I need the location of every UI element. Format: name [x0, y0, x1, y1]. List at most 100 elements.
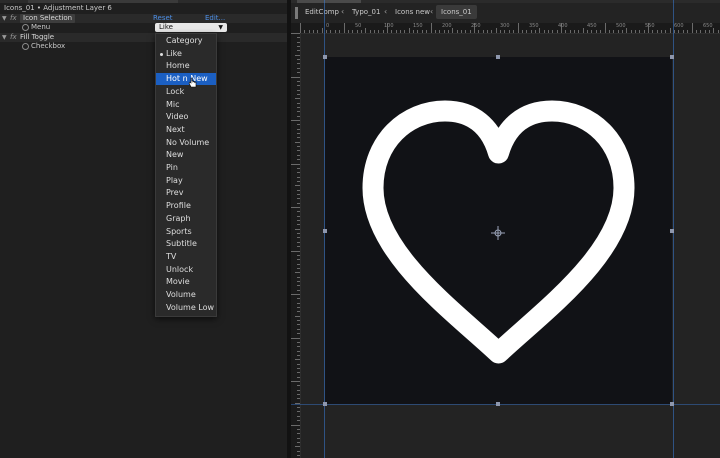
transform-handle[interactable] [323, 229, 327, 233]
effect-name[interactable]: Fill Toggle [20, 33, 54, 42]
ruler-tick [356, 30, 358, 33]
breadcrumb-item[interactable]: Icons new [395, 5, 430, 19]
ruler-tick [297, 372, 300, 374]
transform-handle[interactable] [670, 55, 674, 59]
dropdown-option-label: Lock [166, 86, 185, 96]
ruler-tick [291, 294, 300, 295]
fx-toggle[interactable]: fx [10, 14, 17, 23]
ruler-tick [297, 302, 300, 304]
ruler-tick [297, 259, 300, 261]
stopwatch-icon[interactable] [22, 43, 29, 50]
dropdown-option[interactable]: Video [156, 111, 216, 123]
ruler-tick [295, 185, 300, 187]
ruler-tick [565, 30, 567, 33]
dropdown-option[interactable]: Pin [156, 162, 216, 174]
dropdown-option[interactable]: Graph [156, 213, 216, 225]
ruler-tick [297, 407, 300, 409]
ruler-tick [297, 280, 300, 282]
triangle-down-icon[interactable]: ▼ [2, 14, 7, 23]
ruler-tick [297, 285, 300, 287]
dropdown-option-label: Video [166, 112, 189, 122]
dropdown-option-label: Movie [166, 277, 190, 287]
menu-dropdown[interactable]: Like ▼ [155, 23, 227, 32]
ruler-tick [326, 30, 328, 33]
menu-dropdown-list: Category Like Home Hot n New Lock Mic Video Nex… [155, 33, 217, 317]
ruler-tick [643, 30, 645, 33]
dropdown-option-label: Prev [166, 188, 184, 198]
edit-link[interactable]: Edit... [205, 14, 225, 23]
dropdown-option[interactable]: Like [156, 48, 216, 60]
dropdown-option[interactable]: Volume Low [156, 302, 216, 314]
effect-name[interactable]: Icon Selection [20, 14, 76, 23]
dropdown-option[interactable]: Play [156, 175, 216, 187]
dropdown-option-label: Unlock [166, 264, 194, 274]
breadcrumb-item-active[interactable]: Icons_01 [436, 5, 477, 19]
transform-handle[interactable] [670, 402, 674, 406]
ruler-label: 200 [442, 23, 452, 29]
ruler-tick [295, 315, 300, 317]
chevron-left-icon: ‹ [384, 7, 388, 16]
ruler-tick [297, 328, 300, 330]
transform-handle[interactable] [496, 55, 500, 59]
ruler-tick [297, 115, 300, 117]
horizontal-ruler[interactable]: 0501001502002503003504004505005506006507… [291, 23, 720, 34]
ruler-tick [578, 30, 580, 33]
ruler-tick [297, 420, 300, 422]
ruler-tick [297, 415, 300, 417]
dropdown-option[interactable]: Hot n New [156, 73, 216, 86]
dropdown-option[interactable]: New [156, 149, 216, 161]
ruler-tick [295, 98, 300, 100]
dropdown-option[interactable]: Profile [156, 200, 216, 212]
anchor-point-icon[interactable] [491, 226, 505, 240]
ruler-tick [674, 30, 676, 33]
dropdown-option[interactable]: TV [156, 251, 216, 263]
ruler-tick [291, 337, 300, 339]
dropdown-option[interactable]: Unlock [156, 264, 216, 276]
breadcrumb-item[interactable]: EditComp [305, 5, 339, 19]
dropdown-option-label: Next [166, 124, 185, 134]
dropdown-option[interactable]: No Volume [156, 137, 216, 149]
transform-handle[interactable] [496, 402, 500, 406]
chevron-down-icon[interactable]: ▼ [218, 23, 223, 32]
ruler-tick [391, 30, 393, 33]
viewer-menu-icon[interactable] [295, 7, 298, 19]
dropdown-option[interactable]: Category [156, 35, 216, 47]
ruler-tick [604, 23, 606, 33]
dropdown-option-label: Hot n New [166, 74, 208, 84]
ruler-tick [308, 30, 310, 33]
ruler-tick [439, 30, 441, 33]
transform-handle[interactable] [323, 55, 327, 59]
triangle-down-icon[interactable]: ▼ [2, 33, 7, 42]
dropdown-option[interactable]: Next [156, 124, 216, 136]
effect-controls-panel: Icons_01 • Adjustment Layer 6 ▼ fx Icon … [0, 0, 287, 458]
ruler-tick [297, 106, 300, 108]
ruler-label: 550 [645, 23, 655, 29]
transform-handle[interactable] [670, 229, 674, 233]
ruler-tick [291, 424, 300, 426]
fx-toggle[interactable]: fx [10, 33, 17, 42]
chevron-left-icon: ‹ [341, 7, 345, 16]
reset-link[interactable]: Reset [153, 14, 173, 23]
ruler-tick [297, 224, 300, 226]
dropdown-option[interactable]: Sports [156, 226, 216, 238]
dropdown-option[interactable]: Subtitle [156, 238, 216, 250]
breadcrumb-item[interactable]: Typo_01 [352, 5, 380, 19]
dropdown-option[interactable]: Home [156, 60, 216, 72]
ruler-tick [513, 30, 515, 33]
dropdown-option[interactable]: Prev [156, 187, 216, 199]
effect-row-fill-toggle[interactable]: ▼ fx Fill Toggle [0, 33, 287, 42]
transform-handle[interactable] [323, 402, 327, 406]
vertical-ruler[interactable] [291, 33, 301, 458]
ruler-tick [526, 30, 528, 33]
ruler-tick [656, 30, 658, 33]
dropdown-option[interactable]: Lock [156, 86, 216, 98]
stopwatch-icon[interactable] [22, 24, 29, 31]
ruler-tick [291, 250, 300, 252]
guide-line [291, 404, 720, 405]
dropdown-option[interactable]: Volume [156, 289, 216, 301]
dropdown-option[interactable]: Mic [156, 99, 216, 111]
ruler-tick [297, 150, 300, 152]
dropdown-option[interactable]: Movie [156, 276, 216, 288]
effect-row-icon-selection[interactable]: ▼ fx Icon Selection Reset Edit... [0, 14, 287, 23]
ruler-tick [297, 180, 300, 182]
